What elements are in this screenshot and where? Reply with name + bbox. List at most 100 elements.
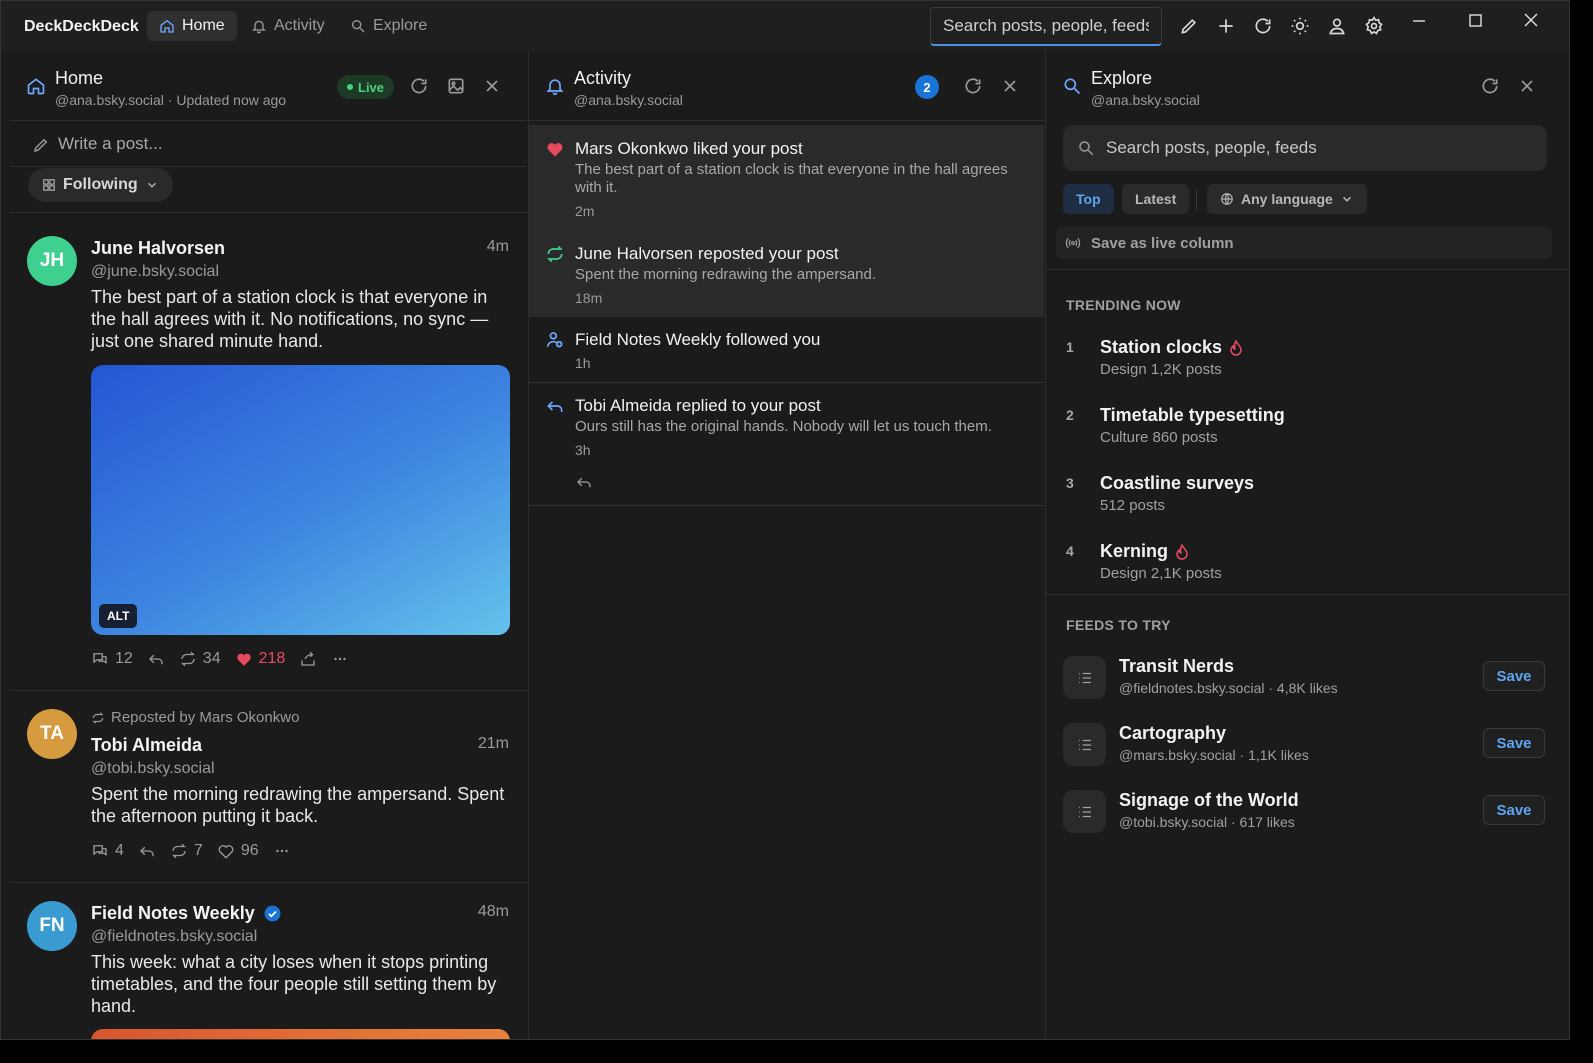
nav-tab-activity[interactable]: Activity bbox=[239, 11, 337, 41]
close-icon[interactable] bbox=[1000, 76, 1020, 96]
minimize-icon[interactable] bbox=[1408, 11, 1430, 31]
avatar[interactable]: FN bbox=[27, 901, 77, 951]
column-header: Explore @ana.bsky.social bbox=[1046, 51, 1569, 121]
refresh-icon[interactable] bbox=[963, 76, 983, 96]
divider bbox=[1046, 269, 1569, 270]
share-button[interactable] bbox=[299, 650, 317, 668]
divider bbox=[529, 505, 1044, 506]
home-column: Home @ana.bsky.social · Updated now ago … bbox=[10, 51, 527, 1039]
save-feed-button[interactable]: Save bbox=[1483, 728, 1545, 758]
flame-icon bbox=[1176, 543, 1188, 560]
sun-icon[interactable] bbox=[1290, 16, 1310, 36]
language-label: Any language bbox=[1241, 191, 1333, 207]
refresh-icon[interactable] bbox=[1253, 16, 1273, 36]
live-badge[interactable]: Live bbox=[337, 75, 395, 99]
post-author[interactable]: Field Notes Weekly bbox=[91, 903, 282, 924]
repost-icon bbox=[547, 245, 563, 263]
reply-button[interactable] bbox=[147, 650, 165, 668]
divider bbox=[1046, 594, 1569, 595]
notification-item[interactable]: June Halvorsen reposted your post Spent … bbox=[529, 233, 1044, 317]
nav-tab-explore[interactable]: Explore bbox=[338, 11, 439, 41]
notification-item[interactable]: Field Notes Weekly followed you 1h bbox=[529, 317, 1044, 383]
repost-button[interactable]: 34 bbox=[179, 650, 221, 668]
post-handle: @tobi.bsky.social bbox=[91, 760, 215, 777]
list-icon bbox=[1063, 656, 1106, 699]
plus-icon[interactable] bbox=[1216, 16, 1236, 36]
alt-badge[interactable]: ALT bbox=[99, 604, 138, 628]
reply-count: 12 bbox=[115, 650, 133, 667]
post-author[interactable]: Tobi Almeida bbox=[91, 735, 202, 756]
post-image[interactable]: ALT bbox=[91, 365, 510, 635]
explore-column: Explore @ana.bsky.social Top Latest Any … bbox=[1045, 51, 1569, 1039]
app-brand: DeckDeckDeck bbox=[24, 18, 139, 35]
nav-tab-label: Explore bbox=[373, 17, 428, 34]
more-icon bbox=[275, 849, 288, 853]
trending-heading: TRENDING NOW bbox=[1066, 297, 1181, 313]
gear-icon[interactable] bbox=[1364, 16, 1384, 36]
notification-item[interactable]: Tobi Almeida replied to your post Ours s… bbox=[529, 383, 1044, 506]
avatar[interactable]: JH bbox=[27, 236, 77, 286]
column-subtitle: @ana.bsky.social · Updated now ago bbox=[55, 92, 287, 108]
home-icon bbox=[160, 19, 174, 33]
reply-count-button[interactable]: 12 bbox=[91, 650, 133, 668]
reply-count: 4 bbox=[115, 842, 124, 859]
bell-icon bbox=[252, 20, 266, 34]
global-search-input[interactable] bbox=[930, 7, 1162, 46]
post-author[interactable]: June Halvorsen bbox=[91, 238, 225, 259]
live-dot bbox=[347, 84, 353, 90]
maximize-icon[interactable] bbox=[1464, 11, 1486, 31]
pencil-icon[interactable] bbox=[1179, 16, 1199, 36]
image-icon[interactable] bbox=[446, 76, 466, 96]
refresh-icon[interactable] bbox=[1480, 76, 1500, 96]
save-feed-button[interactable]: Save bbox=[1483, 795, 1545, 825]
post-text: This week: what a city loses when it sto… bbox=[91, 952, 497, 1016]
column-title: Home bbox=[55, 68, 104, 88]
divider bbox=[10, 212, 527, 213]
trend-title: Coastline surveys bbox=[1100, 473, 1255, 493]
like-button[interactable]: 218 bbox=[235, 650, 285, 668]
trend-title: Timetable typesetting bbox=[1100, 405, 1285, 425]
chevron-down-icon bbox=[1342, 196, 1351, 202]
post-handle: @fieldnotes.bsky.social bbox=[91, 928, 258, 945]
trend-meta: Culture 860 posts bbox=[1100, 429, 1218, 446]
feed-selector[interactable]: Following bbox=[28, 168, 173, 202]
user-icon[interactable] bbox=[1327, 16, 1347, 36]
reply-button[interactable] bbox=[138, 842, 156, 860]
close-icon[interactable] bbox=[1517, 76, 1537, 96]
tab-top[interactable]: Top bbox=[1063, 184, 1114, 214]
nav-tab-home[interactable]: Home bbox=[147, 11, 237, 41]
post-time: 48m bbox=[477, 903, 509, 920]
compose-input[interactable] bbox=[58, 131, 478, 157]
follow-icon bbox=[546, 332, 563, 348]
save-feed-button[interactable]: Save bbox=[1483, 661, 1545, 691]
explore-search-input[interactable] bbox=[1106, 135, 1526, 161]
refresh-icon[interactable] bbox=[409, 76, 429, 96]
heart-filled-icon bbox=[547, 143, 563, 157]
reply-button-icon[interactable] bbox=[575, 473, 593, 491]
language-select[interactable]: Any language bbox=[1207, 184, 1367, 214]
post-image[interactable] bbox=[91, 1029, 510, 1039]
save-live-column-button[interactable]: Save as live column bbox=[1056, 227, 1552, 259]
app-window: DeckDeckDeck Home Activity Explore Home … bbox=[0, 0, 1570, 1040]
notification-time: 18m bbox=[575, 290, 603, 306]
notification-item[interactable]: Mars Okonkwo liked your post The best pa… bbox=[529, 125, 1044, 233]
repost-icon bbox=[172, 843, 186, 859]
more-button[interactable] bbox=[273, 842, 291, 860]
like-count: 96 bbox=[240, 842, 259, 859]
avatar[interactable]: TA bbox=[27, 709, 77, 759]
like-button[interactable]: 96 bbox=[217, 842, 259, 860]
tab-latest[interactable]: Latest bbox=[1122, 184, 1190, 214]
post-time: 4m bbox=[486, 238, 509, 255]
more-button[interactable] bbox=[331, 650, 349, 668]
feed-name: Cartography bbox=[1119, 723, 1227, 743]
column-subtitle: @ana.bsky.social bbox=[1091, 92, 1200, 108]
close-window-icon[interactable] bbox=[1520, 11, 1542, 31]
list-icon bbox=[1063, 790, 1106, 833]
close-icon[interactable] bbox=[482, 76, 502, 96]
unread-count-badge: 2 bbox=[915, 75, 939, 99]
nav-tab-label: Home bbox=[182, 17, 225, 34]
repost-button[interactable]: 7 bbox=[170, 842, 203, 860]
reply-count-button[interactable]: 4 bbox=[91, 842, 124, 860]
reply-icon bbox=[148, 654, 163, 665]
repost-indicator: Reposted by Mars Okonkwo bbox=[91, 709, 299, 726]
